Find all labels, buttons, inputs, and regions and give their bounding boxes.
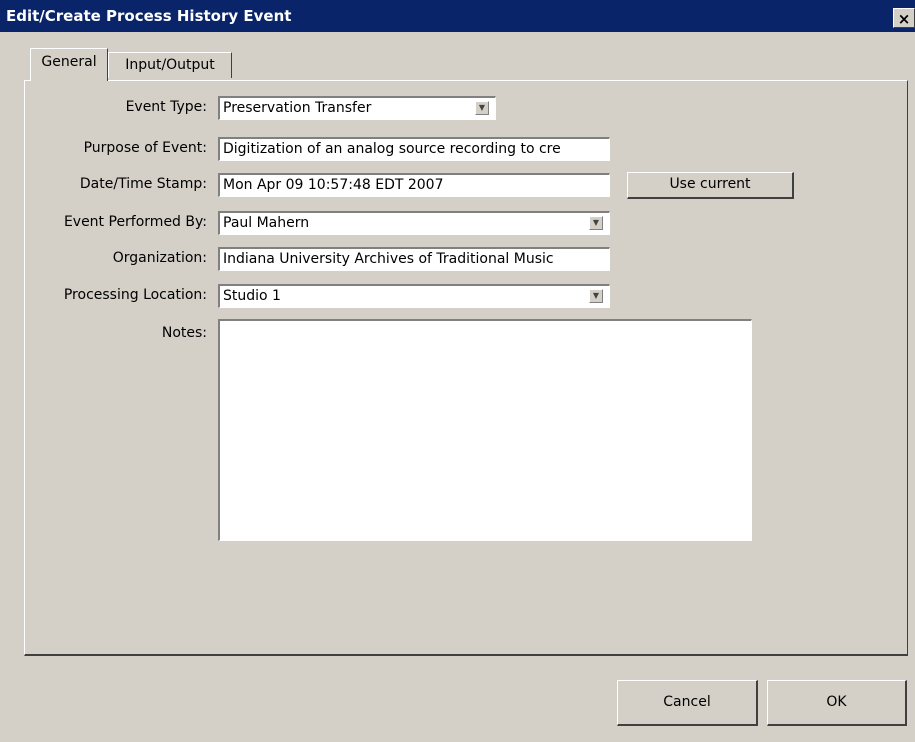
ok-button[interactable]: OK: [767, 680, 907, 726]
chevron-down-icon[interactable]: ▼: [589, 216, 603, 230]
notes-label: Notes:: [161, 325, 207, 341]
notes-textarea[interactable]: [218, 319, 752, 541]
purpose-field[interactable]: Digitization of an analog source recordi…: [218, 137, 610, 161]
close-button[interactable]: ×: [893, 8, 915, 28]
purpose-label: Purpose of Event:: [83, 140, 207, 156]
performed-by-value: Paul Mahern: [223, 215, 310, 231]
event-type-value: Preservation Transfer: [223, 100, 372, 116]
tab-input-output-label: Input/Output: [125, 57, 215, 73]
tab-general-label: General: [41, 54, 97, 70]
close-icon: ×: [897, 10, 911, 28]
chevron-down-icon[interactable]: ▼: [589, 289, 603, 303]
use-current-button[interactable]: Use current: [627, 172, 794, 199]
tab-general[interactable]: General: [30, 48, 108, 81]
performed-by-select[interactable]: Paul Mahern ▼: [218, 211, 610, 235]
title-bar: Edit/Create Process History Event ×: [0, 0, 915, 32]
location-label: Processing Location:: [63, 287, 207, 303]
organization-value: Indiana University Archives of Tradition…: [223, 251, 554, 267]
datetime-field[interactable]: Mon Apr 09 10:57:48 EDT 2007: [218, 173, 610, 197]
window-title: Edit/Create Process History Event: [6, 7, 292, 25]
tab-input-output[interactable]: Input/Output: [108, 52, 232, 78]
event-type-label: Event Type:: [125, 99, 207, 115]
purpose-value: Digitization of an analog source recordi…: [223, 141, 561, 157]
datetime-value: Mon Apr 09 10:57:48 EDT 2007: [223, 177, 444, 193]
organization-field[interactable]: Indiana University Archives of Tradition…: [218, 247, 610, 271]
location-select[interactable]: Studio 1 ▼: [218, 284, 610, 308]
cancel-button[interactable]: Cancel: [617, 680, 758, 726]
location-value: Studio 1: [223, 288, 281, 304]
organization-label: Organization:: [112, 250, 207, 266]
event-type-select[interactable]: Preservation Transfer ▼: [218, 96, 496, 120]
datetime-label: Date/Time Stamp:: [79, 176, 207, 192]
chevron-down-icon[interactable]: ▼: [475, 101, 489, 115]
performed-by-label: Event Performed By:: [63, 214, 207, 230]
